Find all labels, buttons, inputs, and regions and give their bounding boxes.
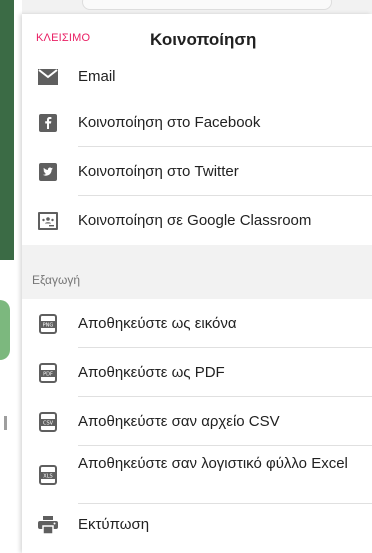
share-email-label: Email [78, 68, 116, 85]
csv-file-icon: CSV [38, 411, 58, 432]
xls-file-icon: XLS [38, 465, 58, 485]
png-file-icon: PNG [38, 313, 58, 334]
share-facebook-item[interactable]: Κοινοποίηση στο Facebook [22, 98, 372, 147]
sheet-header: ΚΛΕΙΣΙΜΟ Κοινοποίηση [22, 14, 372, 66]
share-twitter-item[interactable]: Κοινοποίηση στο Twitter [22, 147, 372, 196]
export-pdf-label: Αποθηκεύστε ως PDF [78, 363, 225, 381]
export-pdf-item[interactable]: PDF Αποθηκεύστε ως PDF [22, 348, 372, 397]
close-button[interactable]: ΚΛΕΙΣΙΜΟ [36, 32, 90, 44]
google-classroom-icon [38, 211, 58, 231]
section-gap [22, 245, 372, 261]
export-section-header: Εξαγωγή [22, 261, 372, 299]
twitter-icon [38, 162, 58, 182]
export-excel-item[interactable]: XLS Αποθηκεύστε σαν λογιστικό φύλλο Exce… [22, 446, 372, 504]
share-google-classroom-label: Κοινοποίηση σε Google Classroom [78, 211, 312, 229]
background-app-bar [0, 0, 14, 260]
background-app-tab [0, 300, 10, 360]
share-email-item[interactable]: Email [22, 60, 372, 94]
email-icon [38, 67, 58, 87]
export-image-item[interactable]: PNG Αποθηκεύστε ως εικόνα [22, 299, 372, 348]
print-label: Εκτύπωση [78, 516, 150, 533]
share-google-classroom-item[interactable]: Κοινοποίηση σε Google Classroom [22, 196, 372, 245]
sheet-title: Κοινοποίηση [150, 30, 257, 49]
print-item[interactable]: Εκτύπωση [22, 504, 372, 546]
share-facebook-label: Κοινοποίηση στο Facebook [78, 113, 261, 131]
share-twitter-label: Κοινοποίηση στο Twitter [78, 162, 239, 180]
export-excel-label: Αποθηκεύστε σαν λογιστικό φύλλο Excel [78, 455, 348, 472]
facebook-icon [38, 113, 58, 133]
background-app-marker [4, 416, 7, 430]
svg-text:PDF: PDF [43, 371, 53, 377]
background-app [0, 0, 22, 553]
svg-text:CSV: CSV [43, 420, 54, 426]
svg-text:XLS: XLS [43, 474, 52, 480]
export-csv-label: Αποθηκεύστε σαν αρχείο CSV [78, 412, 280, 430]
background-search-pill [82, 0, 332, 10]
share-sheet: ΚΛΕΙΣΙΜΟ Κοινοποίηση Email Κοινοποίηση σ… [22, 14, 372, 553]
svg-text:PNG: PNG [43, 322, 54, 328]
pdf-file-icon: PDF [38, 362, 58, 383]
export-section-title: Εξαγωγή [32, 273, 81, 287]
export-csv-item[interactable]: CSV Αποθηκεύστε σαν αρχείο CSV [22, 397, 372, 446]
background-top-bar [22, 0, 372, 14]
export-image-label: Αποθηκεύστε ως εικόνα [78, 314, 237, 332]
print-icon [38, 515, 58, 535]
